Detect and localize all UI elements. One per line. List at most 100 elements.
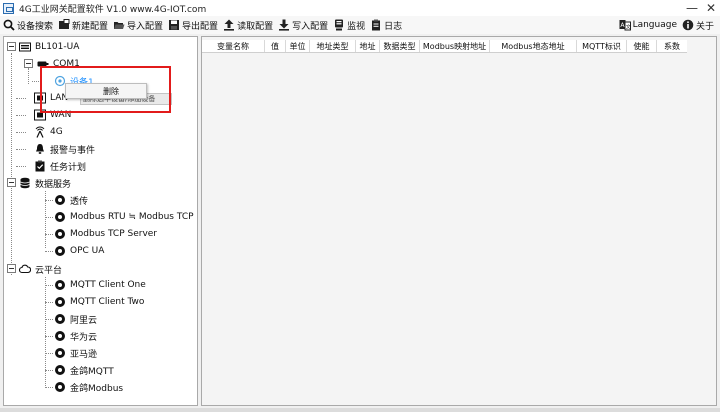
- tree-node-huawei[interactable]: 华为云: [54, 329, 97, 343]
- tree-node-aliyun[interactable]: 阿里云: [54, 312, 97, 326]
- column-header-variable-name[interactable]: 变量名称: [202, 40, 265, 52]
- window-controls: — ✕: [686, 0, 716, 16]
- monitor-button[interactable]: 监视: [330, 17, 367, 33]
- collapse-toggle-root[interactable]: [7, 42, 16, 51]
- tree-label-root: BL101-UA: [35, 42, 80, 52]
- new-config-button[interactable]: 新建配置: [55, 17, 110, 33]
- tree-node-mqtt-one[interactable]: MQTT Client One: [54, 278, 146, 292]
- tree-label-opc-ua: OPC UA: [70, 246, 105, 256]
- log-icon: [372, 19, 381, 31]
- tree-node-lan[interactable]: LAN: [34, 91, 68, 105]
- column-header-value[interactable]: 值: [265, 40, 286, 52]
- tree-node-transparent[interactable]: 透传: [54, 193, 88, 207]
- service-gear-icon: [55, 365, 65, 375]
- serial-port-icon: [37, 61, 49, 67]
- new-config-label: 新建配置: [72, 21, 109, 32]
- tree-node-4g[interactable]: 4G: [34, 125, 63, 139]
- read-config-button[interactable]: 读取配置: [220, 17, 275, 33]
- tree-connector: [16, 149, 26, 150]
- column-header-enable[interactable]: 使能: [627, 40, 657, 52]
- status-strip: [0, 408, 720, 412]
- tree-connector: [28, 68, 29, 84]
- variable-table-panel: 变量名称 值 单位 地址类型 地址 数据类型 Modbus映射地址 Modbus…: [201, 36, 717, 406]
- tree-label-data-service: 数据服务: [35, 179, 72, 190]
- folder-open-icon: [114, 22, 125, 29]
- export-config-button[interactable]: 导出配置: [165, 17, 220, 33]
- collapse-toggle-data-service[interactable]: [7, 178, 16, 187]
- clipboard-icon: [35, 160, 45, 172]
- column-header-address-type[interactable]: 地址类型: [310, 40, 356, 52]
- tree-node-wan[interactable]: WAN: [34, 108, 71, 122]
- cloud-icon: [19, 264, 31, 274]
- column-header-modbus-map-address[interactable]: Modbus映射地址: [420, 40, 490, 52]
- tree-node-tcp-server[interactable]: Modbus TCP Server: [54, 227, 157, 241]
- bell-icon: [36, 144, 44, 154]
- about-button[interactable]: 关于: [679, 17, 716, 33]
- tree-label-huawei: 华为云: [70, 332, 98, 343]
- column-header-address[interactable]: 地址: [356, 40, 380, 52]
- tree-node-data-service[interactable]: 数据服务: [19, 176, 71, 190]
- close-button[interactable]: ✕: [706, 1, 716, 15]
- export-config-label: 导出配置: [182, 21, 219, 32]
- window-title: 4G工业网关配置软件 V1.0 www.4G-IOT.com: [19, 4, 207, 15]
- column-header-modbus-state-address[interactable]: Modbus地态地址: [490, 40, 577, 52]
- app-icon: [3, 2, 14, 14]
- minimize-button[interactable]: —: [686, 1, 698, 15]
- tree-node-opc-ua[interactable]: OPC UA: [54, 244, 104, 258]
- tree-connector: [45, 200, 53, 201]
- tree-node-com1[interactable]: COM1: [37, 57, 80, 71]
- tree-connector: [16, 115, 26, 116]
- service-gear-icon: [55, 382, 65, 392]
- service-gear-icon: [55, 331, 65, 341]
- device-search-button[interactable]: 设备搜索: [0, 17, 55, 33]
- log-label: 日志: [384, 21, 403, 32]
- tree-connector: [45, 251, 53, 252]
- import-config-button[interactable]: 导入配置: [110, 17, 165, 33]
- tree-connector: [16, 132, 26, 133]
- tree-node-root[interactable]: BL101-UA: [19, 40, 79, 54]
- service-gear-icon: [55, 246, 65, 256]
- save-icon: [169, 20, 180, 30]
- log-button[interactable]: 日志: [367, 17, 404, 33]
- tree-node-jinge-modbus[interactable]: 金鸽Modbus: [54, 380, 123, 394]
- tree-label-jinge-modbus: 金鸽Modbus: [70, 383, 124, 394]
- variable-table-body: [202, 37, 716, 405]
- column-header-data-type[interactable]: 数据类型: [380, 40, 420, 52]
- tree-node-mqtt-two[interactable]: MQTT Client Two: [54, 295, 144, 309]
- collapse-toggle-com1[interactable]: [24, 59, 33, 68]
- service-gear-icon: [55, 229, 65, 239]
- column-header-unit[interactable]: 单位: [286, 40, 310, 52]
- tree-label-amazon: 亚马逊: [70, 349, 98, 360]
- column-header-mqtt-id[interactable]: MQTT标识: [577, 40, 627, 52]
- tree-connector: [45, 277, 46, 388]
- tree-connector: [45, 302, 53, 303]
- tree-node-rtu-tcp[interactable]: Modbus RTU ≒ Modbus TCP: [54, 210, 194, 224]
- tree-label-mqtt-one: MQTT Client One: [70, 280, 146, 290]
- tree-label-aliyun: 阿里云: [70, 315, 98, 326]
- tree-connector: [32, 81, 41, 82]
- write-config-label: 写入配置: [292, 21, 329, 32]
- language-button[interactable]: A文 Language: [616, 17, 679, 33]
- write-config-button[interactable]: 写入配置: [275, 17, 330, 33]
- column-header-coefficient[interactable]: 系数: [657, 40, 687, 52]
- tree-connector: [45, 234, 53, 235]
- tree-label-4g: 4G: [50, 127, 63, 137]
- context-menu: 删除: [65, 83, 147, 99]
- delete-menu-item[interactable]: 删除: [103, 86, 119, 97]
- tree-node-jinge-mqtt[interactable]: 金鸽MQTT: [54, 363, 114, 377]
- tree-node-alarm[interactable]: 报警与事件: [34, 142, 95, 156]
- tree-node-amazon[interactable]: 亚马逊: [54, 346, 97, 360]
- tree-node-task[interactable]: 任务计划: [34, 159, 86, 173]
- collapse-toggle-cloud[interactable]: [7, 264, 16, 273]
- tree-connector: [16, 98, 26, 99]
- tree-connector: [45, 217, 53, 218]
- tree-label-mqtt-two: MQTT Client Two: [70, 297, 145, 307]
- tree-connector: [11, 53, 12, 275]
- toolbar-right: A文 Language 关于: [616, 17, 716, 33]
- svg-text:文: 文: [625, 24, 630, 31]
- service-gear-icon: [55, 297, 65, 307]
- new-config-icon: [59, 19, 70, 29]
- gateway-icon: [19, 42, 31, 52]
- tree-node-cloud[interactable]: 云平台: [19, 262, 62, 276]
- language-icon: A文: [619, 20, 631, 31]
